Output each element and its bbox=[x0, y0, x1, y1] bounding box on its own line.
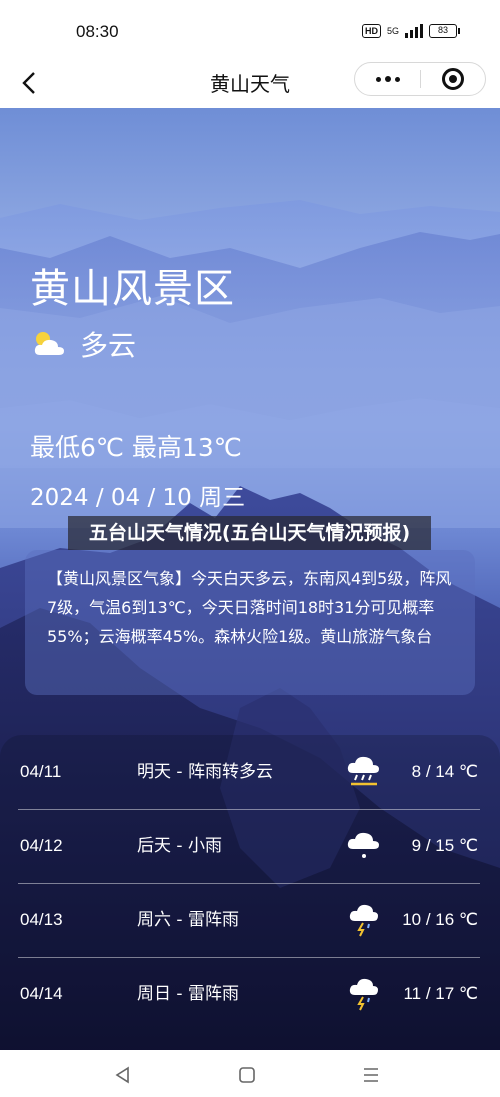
weather-hero: 黄山风景区 多云 最低6℃ 最高13℃ 2024 / 04 / 10 周三 【黄… bbox=[0, 108, 500, 1050]
weather-description-card: 【黄山风景区气象】今天白天多云，东南风4到5级，阵风7级，气温6到13℃，今天日… bbox=[25, 550, 475, 695]
mini-program-capsule bbox=[354, 62, 486, 96]
light-rain-icon bbox=[347, 832, 379, 858]
forecast-temp: 11 / 17 ℃ bbox=[403, 984, 478, 1003]
article-title-overlay: 五台山天气情况(五台山天气情况预报) bbox=[68, 516, 431, 550]
system-nav-bar bbox=[0, 1050, 500, 1097]
back-nav-button[interactable] bbox=[108, 1060, 138, 1090]
status-time: 08:30 bbox=[76, 22, 119, 41]
forecast-temp: 8 / 14 ℃ bbox=[411, 762, 478, 781]
thunderstorm-icon bbox=[349, 978, 378, 1011]
status-indicators: HD 5G 83 bbox=[361, 24, 460, 38]
hd-indicator: HD bbox=[361, 24, 381, 38]
target-icon bbox=[442, 68, 464, 90]
thunderstorm-icon bbox=[349, 904, 378, 937]
forecast-temp: 10 / 16 ℃ bbox=[402, 910, 478, 929]
forecast-date: 04/12 bbox=[20, 836, 63, 855]
current-condition: 多云 bbox=[32, 324, 136, 364]
forecast-row[interactable]: 04/12 后天 - 小雨 9 / 15 ℃ bbox=[18, 809, 480, 883]
signal-icon bbox=[405, 24, 423, 38]
forecast-weather: 周日 - 雷阵雨 bbox=[137, 984, 239, 1004]
forecast-weather: 后天 - 小雨 bbox=[137, 836, 222, 856]
temperature-range: 最低6℃ 最高13℃ bbox=[30, 433, 242, 462]
forecast-temp: 9 / 15 ℃ bbox=[411, 836, 478, 855]
forecast-row[interactable]: 04/11 明天 - 阵雨转多云 8 / 14 ℃ bbox=[18, 735, 480, 809]
forecast-date: 04/11 bbox=[20, 762, 62, 781]
battery-icon: 83 bbox=[429, 24, 460, 38]
nav-bar: 黄山天气 bbox=[0, 62, 500, 108]
battery-level: 83 bbox=[429, 24, 457, 38]
forecast-date: 04/14 bbox=[20, 984, 63, 1003]
rain-cloud-sun-icon bbox=[347, 756, 379, 786]
partly-cloudy-icon bbox=[34, 332, 64, 355]
current-date: 2024 / 04 / 10 周三 bbox=[30, 485, 246, 511]
condition-text: 多云 bbox=[80, 329, 137, 362]
weather-description: 【黄山风景区气象】今天白天多云，东南风4到5级，阵风7级，气温6到13℃，今天日… bbox=[47, 569, 452, 646]
status-bar: 08:30 HD 5G 83 bbox=[0, 0, 500, 62]
square-home-icon bbox=[239, 1067, 255, 1083]
more-button[interactable] bbox=[355, 63, 420, 95]
forecast-row[interactable]: 04/14 周日 - 雷阵雨 11 / 17 ℃ bbox=[18, 957, 480, 1031]
triangle-back-icon bbox=[115, 1066, 129, 1084]
more-dots-icon bbox=[375, 76, 381, 82]
forecast-weather: 周六 - 雷阵雨 bbox=[137, 910, 239, 930]
menu-nav-button[interactable] bbox=[356, 1060, 386, 1090]
close-mini-program-button[interactable] bbox=[421, 63, 485, 95]
home-nav-button[interactable] bbox=[232, 1060, 262, 1090]
location-name: 黄山风景区 bbox=[30, 266, 235, 312]
network-type: 5G bbox=[386, 26, 399, 36]
menu-lines-icon bbox=[364, 1068, 378, 1082]
forecast-row[interactable]: 04/13 周六 - 雷阵雨 10 / 16 ℃ bbox=[18, 883, 480, 957]
forecast-weather: 明天 - 阵雨转多云 bbox=[137, 762, 273, 782]
forecast-date: 04/13 bbox=[20, 910, 63, 929]
